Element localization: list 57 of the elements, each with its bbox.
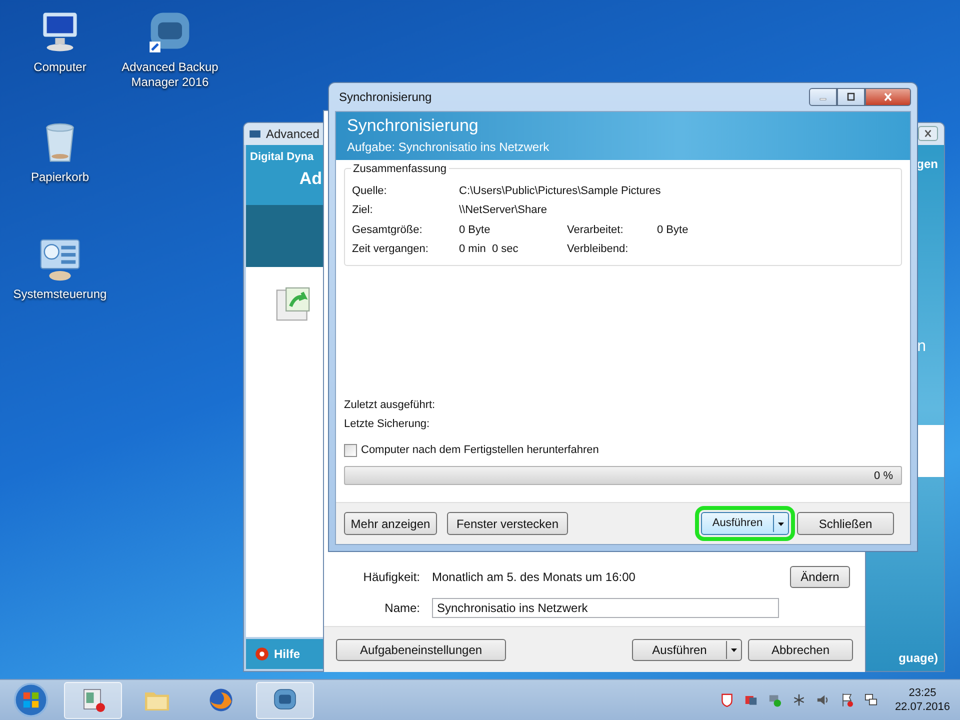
summary-label: Verbleibend:: [567, 242, 630, 257]
window-title: Advanced: [266, 126, 320, 143]
run-split-button[interactable]: Ausführen: [632, 638, 742, 660]
app-logo-icon: [248, 128, 262, 140]
header-text: Ad: [299, 168, 322, 190]
desktop-icon-label[interactable]: Advanced Backup Manager 2016: [120, 60, 220, 90]
last-backup-label: Letzte Sicherung:: [344, 417, 431, 432]
field-label: Name:: [384, 600, 420, 617]
close-icon: [923, 129, 933, 138]
clock-time[interactable]: 23:25: [908, 686, 936, 700]
header-subtitle: Aufgabe: Synchronisatio ins Netzwerk: [347, 139, 550, 156]
minimize-button[interactable]: [809, 88, 837, 106]
language-link[interactable]: guage): [898, 649, 938, 667]
summary-value: 0 Byte: [657, 222, 688, 238]
summary-value: \\NetServer\Share: [459, 203, 548, 218]
summary-label: Quelle:: [352, 184, 388, 198]
close-dialog-button[interactable]: Schließen: [797, 512, 894, 535]
summary-value: 0 min 0 sec: [459, 242, 520, 257]
help-icon: [254, 646, 270, 662]
hide-window-button[interactable]: Fenster verstecken: [447, 512, 568, 535]
summary-label: Verarbeitet:: [567, 222, 624, 238]
maximize-icon: [845, 92, 857, 102]
shield-icon: [718, 692, 735, 708]
maximize-button[interactable]: [837, 88, 865, 106]
taskbar-button[interactable]: [64, 682, 122, 718]
field-label: Häufigkeit:: [362, 569, 420, 586]
summary-label: Ziel:: [352, 203, 374, 218]
window-title: Synchronisierung: [339, 89, 432, 106]
desktop-icon-label[interactable]: Computer: [34, 60, 86, 75]
more-button[interactable]: Mehr anzeigen: [344, 512, 437, 535]
progress-reading: 0 %: [874, 468, 893, 484]
clock-date[interactable]: 22.07.2016: [894, 700, 950, 714]
desktop-icon-label[interactable]: Papierkorb: [30, 170, 90, 185]
checkbox[interactable]: [344, 444, 357, 457]
last-run-label: Zuletzt ausgeführt:: [344, 398, 436, 413]
settings-button[interactable]: Aufgabeneinstellungen: [336, 638, 506, 660]
close-button[interactable]: [918, 126, 938, 141]
close-button[interactable]: [865, 88, 911, 106]
change-button[interactable]: Ändern: [790, 566, 850, 588]
summary-label: Zeit vergangen:: [352, 242, 430, 257]
close-icon: [882, 92, 894, 102]
status-tray-icon: [766, 692, 783, 708]
header-text: Digital Dyna: [249, 150, 314, 165]
cancel-button[interactable]: Abbrechen: [748, 638, 853, 660]
panel-text: n: [917, 337, 926, 357]
summary-value: 0 Byte: [459, 222, 492, 238]
header-text: gen: [916, 156, 938, 173]
group-title: Zusammenfassung: [351, 161, 449, 178]
frequency-value: Monatlich am 5. des Monats um 16:00: [432, 569, 636, 586]
taskbar-button[interactable]: [256, 682, 314, 718]
header-title: Synchronisierung: [347, 116, 480, 136]
summary-value: C:\Users\Public\Pictures\Sample Pictures: [459, 184, 661, 198]
name-field[interactable]: Synchronisatio ins Netzwerk: [432, 598, 779, 618]
checkbox-label[interactable]: Computer nach dem Fertigstellen herunterfahren: [361, 442, 599, 458]
desktop-icon-label[interactable]: Systemsteuerung: [13, 287, 107, 302]
summary-label: Gesamtgröße:: [352, 222, 424, 238]
network-icon: [862, 692, 879, 708]
